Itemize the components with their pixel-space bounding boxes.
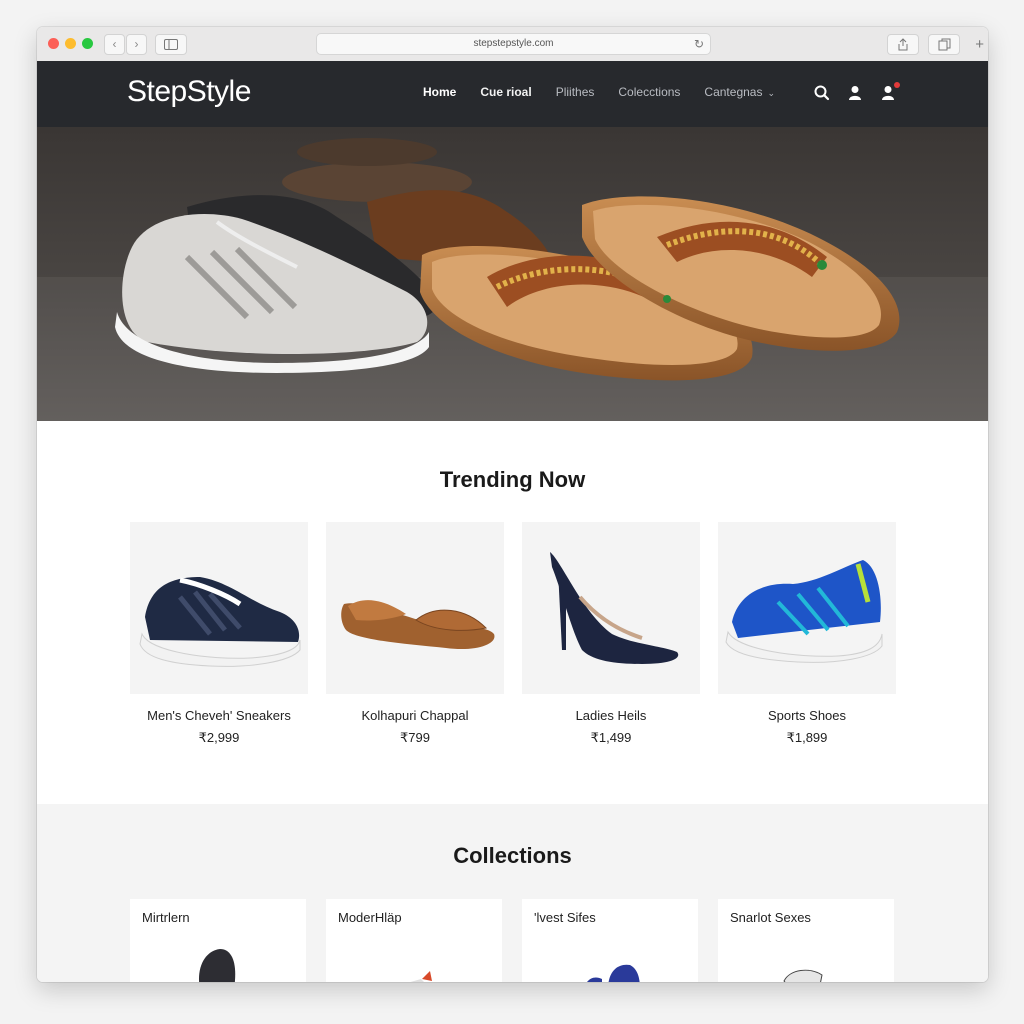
product-name[interactable]: Sports Shoes: [718, 708, 896, 723]
sneaker-image: [139, 577, 301, 667]
product-image[interactable]: [718, 522, 896, 694]
product-name[interactable]: Men's Cheveh' Sneakers: [130, 708, 308, 723]
zoom-window-button[interactable]: [82, 38, 93, 49]
sidebar-toggle-button[interactable]: [155, 34, 187, 55]
url-text: stepstepstyle.com: [473, 38, 554, 49]
new-tab-button[interactable]: +: [975, 36, 984, 53]
product-card[interactable]: Men's Cheveh' Sneakers ₹2,999: [130, 522, 308, 746]
product-card[interactable]: Kolhapuri Chappal ₹799: [326, 522, 504, 746]
nav-categories-label: Cantegnas: [704, 85, 763, 99]
search-icon[interactable]: [813, 84, 831, 102]
collection-thumbnail: [410, 971, 432, 982]
hero-banner: [37, 127, 988, 421]
collection-card[interactable]: 'lvest Sifes: [522, 899, 698, 982]
notification-badge: [894, 82, 900, 88]
nav-item-2[interactable]: Cue rioal: [480, 85, 531, 103]
address-bar[interactable]: stepstepstyle.com ↻: [316, 33, 711, 55]
share-button[interactable]: [887, 34, 919, 55]
minimize-window-button[interactable]: [65, 38, 76, 49]
chevron-down-icon: ⌄: [767, 88, 776, 98]
collection-thumbnail: [199, 949, 236, 982]
trending-title: Trending Now: [439, 467, 586, 492]
sports-shoe-image: [725, 560, 883, 663]
collections-title: Collections: [453, 843, 572, 868]
heels-image: [550, 552, 679, 664]
collection-thumbnail: [783, 969, 823, 982]
tabs-overview-button[interactable]: [928, 34, 960, 55]
tabs-icon: [938, 38, 950, 51]
site-header: StepStyle Home Cue rioal Pliithes Colecc…: [37, 61, 988, 127]
close-window-button[interactable]: [48, 38, 59, 49]
product-name[interactable]: Ladies Heils: [522, 708, 700, 723]
hero-footwear-image: [37, 127, 988, 421]
nav-home[interactable]: Home: [423, 85, 456, 103]
collection-card[interactable]: ModerHläp: [326, 899, 502, 982]
user-icon[interactable]: [846, 84, 864, 102]
browser-window: ‹ › stepstepstyle.com ↻ + StepStyle Home…: [37, 27, 988, 982]
nav-categories-dropdown[interactable]: Cantegnas ⌄: [704, 85, 775, 103]
collection-card[interactable]: Snarlot Sexes: [718, 899, 894, 982]
product-name[interactable]: Kolhapuri Chappal: [326, 708, 504, 723]
product-price: ₹1,899: [786, 730, 828, 745]
main-navigation: Home Cue rioal Pliithes Colecctions Cant…: [423, 85, 799, 103]
chappal-image: [341, 600, 495, 650]
sidebar-icon: [164, 39, 178, 50]
forward-button[interactable]: ›: [126, 34, 147, 55]
product-price: ₹2,999: [198, 730, 240, 745]
nav-collections[interactable]: Colecctions: [618, 85, 680, 103]
nav-item-3[interactable]: Pliithes: [556, 85, 595, 103]
product-price: ₹1,499: [590, 730, 632, 745]
product-price: ₹799: [400, 730, 430, 745]
back-button[interactable]: ‹: [104, 34, 125, 55]
product-image[interactable]: [130, 522, 308, 694]
collection-thumbnail: [587, 964, 640, 982]
product-image[interactable]: [522, 522, 700, 694]
reload-icon[interactable]: ↻: [694, 34, 704, 54]
product-card[interactable]: Ladies Heils ₹1,499: [522, 522, 700, 746]
share-icon: [898, 38, 908, 51]
browser-toolbar: ‹ › stepstepstyle.com ↻ +: [37, 27, 988, 62]
product-card[interactable]: Sports Shoes ₹1,899: [718, 522, 896, 746]
product-image[interactable]: [326, 522, 504, 694]
site-logo[interactable]: StepStyle: [127, 75, 251, 109]
collection-card[interactable]: Mirtrlern: [130, 899, 306, 982]
